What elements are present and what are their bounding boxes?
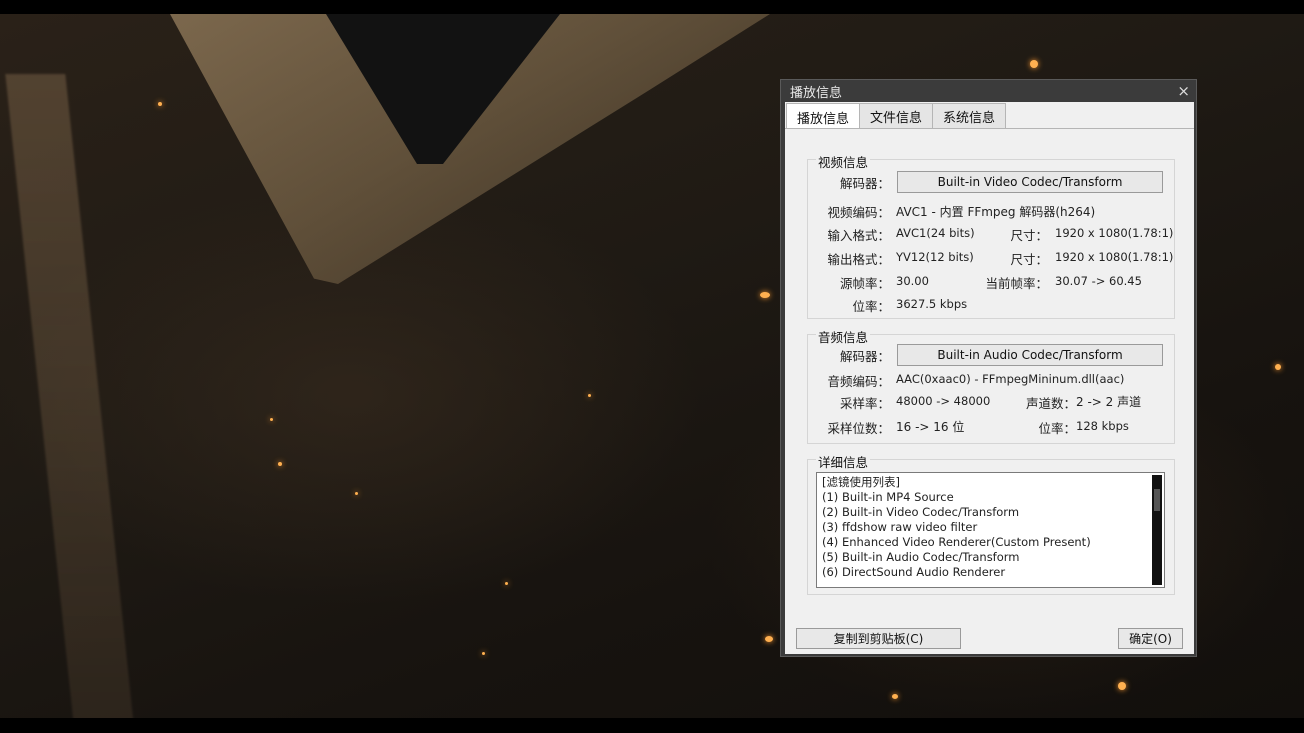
video-decoder-button[interactable]: Built-in Video Codec/Transform [897,171,1163,193]
spark [588,394,591,397]
output-size-value: 1920 x 1080(1.78:1) [1055,250,1174,264]
spark [1118,682,1126,690]
video-info-group: 视频信息 解码器： Built-in Video Codec/Transform… [807,152,1175,319]
tab-playback-info[interactable]: 播放信息 [786,103,861,130]
channels-value: 2 -> 2 声道 [1076,395,1142,409]
video-codec-label: 视频编码： [827,205,890,220]
video-decoder-label: 解码器： [839,176,890,191]
dialog-footer: 复制到剪贴板(C) 确定(O) [785,616,1194,654]
list-item: (6) DirectSound Audio Renderer [822,565,1006,579]
audio-decoder-button[interactable]: Built-in Audio Codec/Transform [897,344,1163,366]
video-codec-value: AVC1 - 内置 FFmpeg 解码器(h264) [896,205,1096,219]
list-scrollbar[interactable] [1152,475,1162,585]
list-item: (4) Enhanced Video Renderer(Custom Prese… [822,535,1091,549]
spark [482,652,485,655]
close-icon[interactable]: × [1177,82,1190,100]
dialog-client: 播放信息 文件信息 系统信息 视频信息 解码器： Built-in Video … [785,102,1194,654]
channels-label: 声道数： [1025,396,1076,411]
spark [355,492,358,495]
road-marking [5,74,135,718]
list-item: (3) ffdshow raw video filter [822,520,978,534]
tab-system-info[interactable]: 系统信息 [932,103,1007,129]
title-bar[interactable]: 播放信息 × [781,80,1196,102]
audio-group-title: 音频信息 [816,327,871,346]
details-group: 详细信息 [滤镜使用列表] (1) Built-in MP4 Source (2… [807,452,1175,595]
details-group-title: 详细信息 [816,452,871,471]
spark [760,292,770,298]
copy-to-clipboard-button[interactable]: 复制到剪贴板(C) [796,628,961,649]
video-bitrate-label: 位率： [852,299,890,314]
source-fps-label: 源帧率： [839,276,890,291]
audio-info-group: 音频信息 解码器： Built-in Audio Codec/Transform… [807,327,1175,444]
current-fps-label: 当前帧率： [985,276,1048,291]
source-fps-value: 30.00 [896,274,929,288]
sample-rate-label: 采样率： [839,396,890,411]
scroll-thumb[interactable] [1154,489,1160,511]
spark [1030,60,1038,68]
spark [1275,364,1281,370]
spark [278,462,282,466]
tab-file-info[interactable]: 文件信息 [859,103,934,129]
list-item: [滤镜使用列表] [822,475,900,489]
output-format-value: YV12(12 bits) [896,250,974,264]
ok-button[interactable]: 确定(O) [1118,628,1183,649]
filter-list[interactable]: [滤镜使用列表] (1) Built-in MP4 Source (2) Bui… [816,472,1165,588]
dialog-title: 播放信息 [790,85,843,101]
spark [270,418,273,421]
audio-bitrate-label: 位率： [1038,421,1076,436]
input-format-label: 输入格式： [827,228,890,243]
spark [765,636,773,642]
audio-bitrate-value: 128 kbps [1076,419,1129,433]
output-format-label: 输出格式： [827,252,890,267]
sample-bits-label: 采样位数： [827,421,890,436]
list-item: (5) Built-in Audio Codec/Transform [822,550,1020,564]
audio-codec-value: AAC(0xaac0) - FFmpegMininum.dll(aac) [896,372,1125,386]
list-item: (1) Built-in MP4 Source [822,490,954,504]
audio-codec-label: 音频编码： [827,374,890,389]
sample-rate-value: 48000 -> 48000 [896,394,991,408]
output-size-label: 尺寸： [1010,252,1048,267]
input-size-label: 尺寸： [1010,228,1048,243]
sample-bits-value: 16 -> 16 位 [896,420,965,434]
video-group-title: 视频信息 [816,152,871,171]
spark [505,582,508,585]
tab-pane: 视频信息 解码器： Built-in Video Codec/Transform… [785,128,1194,616]
audio-decoder-label: 解码器： [839,349,890,364]
playback-info-dialog: 播放信息 × 播放信息 文件信息 系统信息 视频信息 解码器： Built-in… [780,79,1197,657]
tab-strip: 播放信息 文件信息 系统信息 [786,103,1007,130]
input-size-value: 1920 x 1080(1.78:1) [1055,226,1174,240]
input-format-value: AVC1(24 bits) [896,226,975,240]
current-fps-value: 30.07 -> 60.45 [1055,274,1142,288]
video-bitrate-value: 3627.5 kbps [896,297,968,311]
list-item: (2) Built-in Video Codec/Transform [822,505,1020,519]
spark [158,102,162,106]
spark [892,694,898,699]
